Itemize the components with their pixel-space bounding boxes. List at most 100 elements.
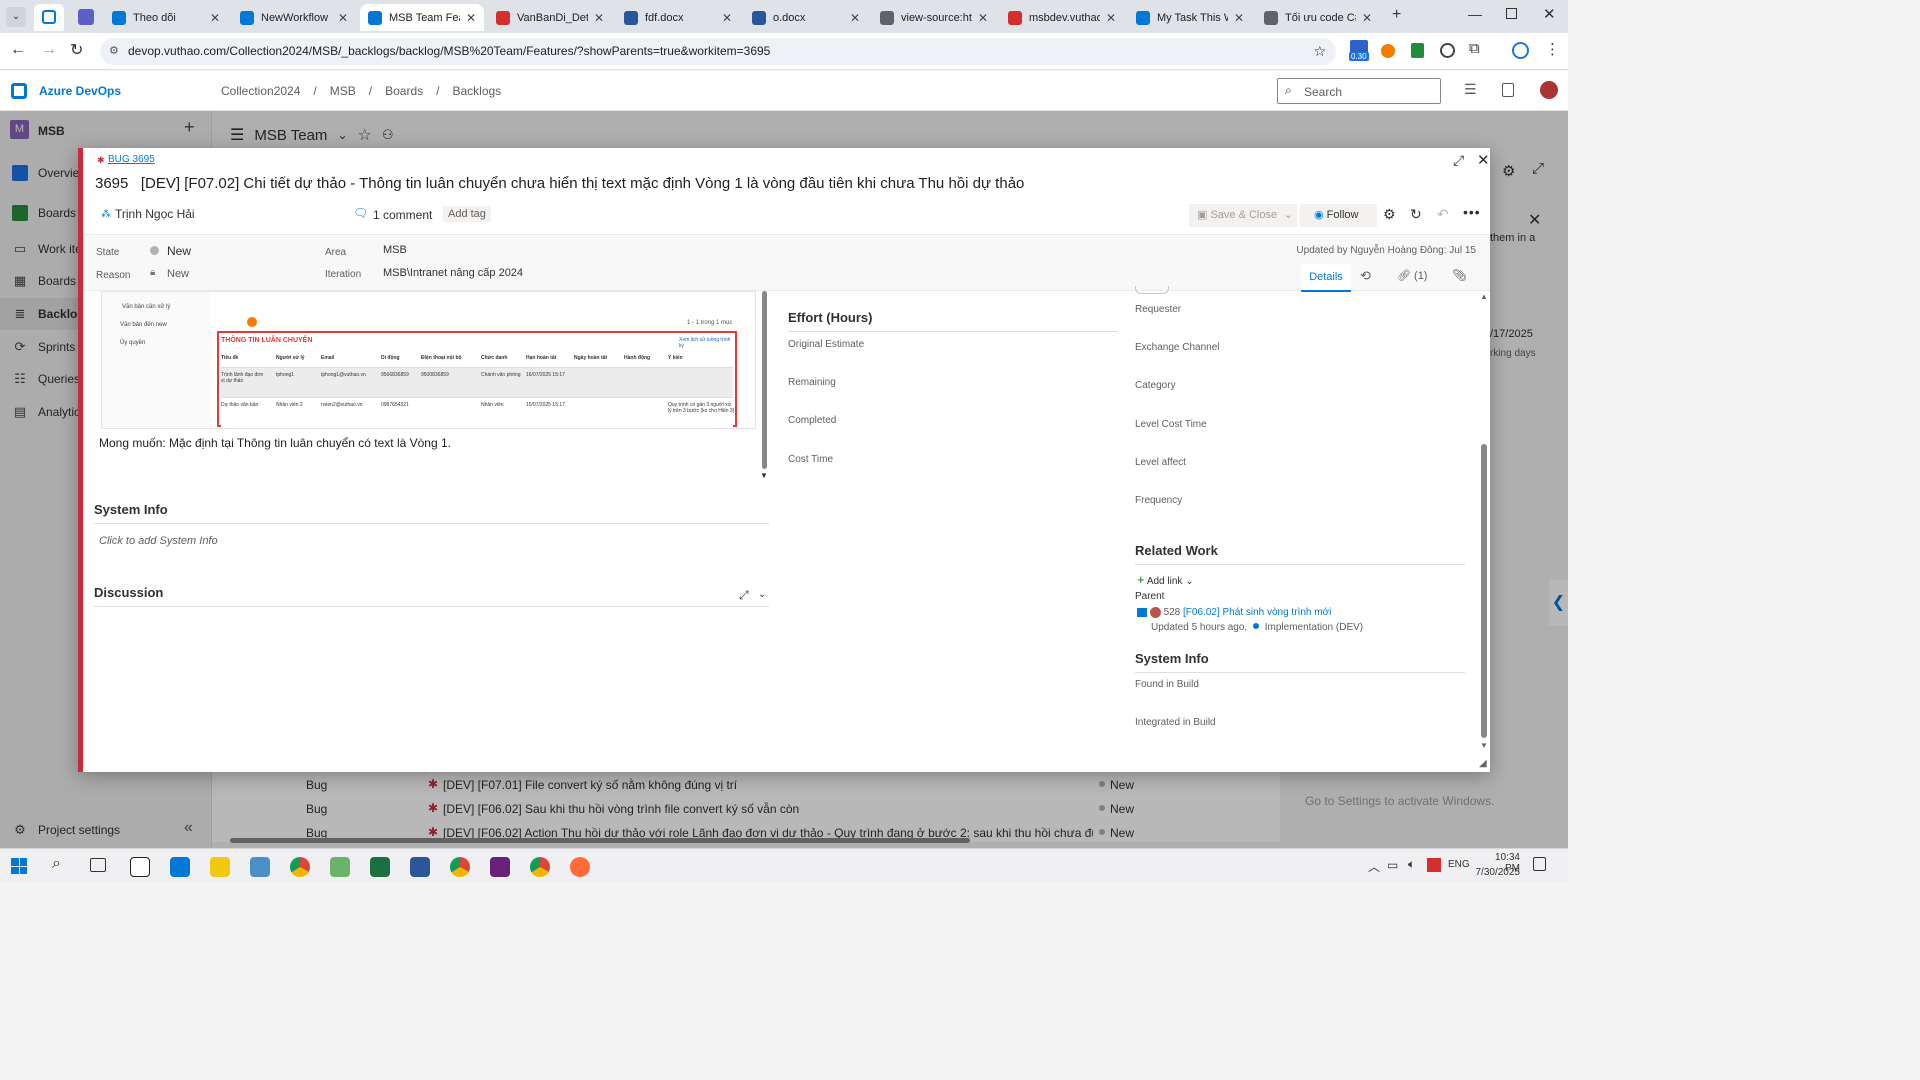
scroll-down-icon[interactable]: ▼: [760, 471, 768, 480]
tab-search-icon[interactable]: ⌄: [6, 7, 26, 27]
assigned-to[interactable]: Trịnh Ngọc Hải: [115, 207, 195, 221]
tray-chevron-icon[interactable]: ︿: [1368, 858, 1380, 875]
close-dialog-icon[interactable]: ✕: [1477, 151, 1490, 169]
expectation-text[interactable]: Mong muốn: Mặc định tại Thông tin luân c…: [99, 436, 451, 450]
back-button[interactable]: ←: [10, 41, 26, 59]
right-scrollbar[interactable]: [1481, 444, 1487, 738]
teams-app-icon[interactable]: [78, 9, 94, 25]
level-cost-time-label[interactable]: Level Cost Time: [1135, 419, 1207, 430]
outlook-icon[interactable]: [170, 857, 190, 877]
integrated-in-build-label[interactable]: Integrated in Build: [1135, 717, 1216, 728]
breadcrumb-backlogs[interactable]: Backlogs: [452, 84, 501, 98]
save-close-button[interactable]: ▣ Save & Close ⌄: [1189, 204, 1297, 227]
address-bar[interactable]: ⚙ devop.vuthao.com/Collection2024/MSB/_b…: [100, 38, 1336, 65]
exchange-channel-label[interactable]: Exchange Channel: [1135, 342, 1220, 353]
task-view-icon[interactable]: [90, 858, 106, 872]
browser-tab[interactable]: NewWorkflow ✕: [232, 4, 356, 31]
word-icon[interactable]: [410, 857, 430, 877]
volume-icon[interactable]: 🔈︎: [1408, 857, 1415, 872]
tab-close-icon[interactable]: ✕: [594, 11, 604, 25]
undo-icon[interactable]: ↶: [1437, 206, 1449, 223]
dropdown-stub[interactable]: [1135, 286, 1169, 294]
tab-close-icon[interactable]: ✕: [210, 11, 220, 25]
resize-grip-icon[interactable]: ◢: [1479, 758, 1487, 769]
refresh-icon[interactable]: ↻: [1410, 206, 1422, 223]
requester-label[interactable]: Requester: [1135, 304, 1181, 315]
scroll-up-icon[interactable]: ▲: [1480, 292, 1488, 301]
restore-button[interactable]: [1506, 8, 1517, 19]
browser-tab[interactable]: VanBanDi_Detail ✕: [488, 4, 612, 31]
original-estimate-label[interactable]: Original Estimate: [788, 339, 864, 350]
tab-links[interactable]: 🔗︎ (1): [1397, 269, 1427, 282]
excel-icon[interactable]: [370, 857, 390, 877]
scroll-down-icon[interactable]: ▼: [1480, 741, 1488, 750]
completed-label[interactable]: Completed: [788, 415, 836, 426]
tab-close-icon[interactable]: ✕: [1362, 11, 1372, 25]
browser-tab[interactable]: msbdev.vuthao ✕: [1000, 4, 1124, 31]
tab-close-icon[interactable]: ✕: [338, 11, 348, 25]
cost-time-label[interactable]: Cost Time: [788, 454, 833, 465]
comments-link[interactable]: 1 comment: [373, 208, 432, 222]
profile-avatar[interactable]: [1512, 42, 1529, 59]
expand-dialog-icon[interactable]: ⤢: [1453, 152, 1464, 169]
antivirus-icon[interactable]: [1427, 858, 1441, 872]
extension-orange-icon[interactable]: [1381, 44, 1395, 58]
parent-link-row[interactable]: 528 [F06.02] Phát sinh vòng trình mới: [1137, 607, 1331, 618]
language-indicator[interactable]: ENG: [1448, 859, 1470, 870]
tab-close-icon[interactable]: ✕: [1234, 11, 1244, 25]
file-explorer-icon[interactable]: [210, 857, 230, 877]
updated-by[interactable]: Updated by Nguyễn Hoàng Đông: Jul 15: [1296, 245, 1476, 256]
search-icon[interactable]: ⌕: [52, 855, 61, 873]
ado-app-icon[interactable]: [34, 4, 64, 31]
new-tab-button[interactable]: +: [1392, 6, 1401, 24]
state-value[interactable]: New: [167, 244, 191, 258]
search-box[interactable]: ⌕ Search: [1277, 78, 1441, 104]
work-item-type-link[interactable]: BUG 3695: [108, 154, 155, 165]
tab-attachments-icon[interactable]: 📎︎: [1452, 268, 1467, 282]
browser-tab[interactable]: view-source:http ✕: [872, 4, 996, 31]
breadcrumb-boards[interactable]: Boards: [385, 84, 423, 98]
visual-studio-icon[interactable]: [490, 857, 510, 877]
description-scrollbar[interactable]: [762, 291, 767, 469]
start-button-icon[interactable]: [11, 858, 27, 874]
add-link-button[interactable]: + Add link ⌄: [1137, 572, 1194, 587]
browser-tab[interactable]: o.docx ✕: [744, 4, 868, 31]
extensions-puzzle-icon[interactable]: ⧉: [1469, 40, 1480, 57]
reload-button[interactable]: ↻: [70, 40, 83, 60]
network-app-icon[interactable]: [250, 857, 270, 877]
area-value[interactable]: MSB: [383, 244, 407, 256]
expand-discussion-icon[interactable]: ⤢: [739, 588, 749, 603]
azure-devops-logo-icon[interactable]: [11, 83, 27, 99]
add-tag-button[interactable]: Add tag: [443, 206, 491, 222]
browser-tab[interactable]: My Task This We ✕: [1128, 4, 1252, 31]
parent-title[interactable]: [F06.02] Phát sinh vòng trình mới: [1183, 607, 1331, 618]
browser-menu-icon[interactable]: ⋮: [1545, 40, 1560, 58]
user-avatar[interactable]: [1540, 81, 1558, 99]
browser-tab[interactable]: Tối ưu code C# ✕: [1256, 4, 1380, 31]
notepad-icon[interactable]: [330, 857, 350, 877]
close-window-button[interactable]: ✕: [1543, 5, 1556, 23]
tab-close-icon[interactable]: ✕: [850, 11, 860, 25]
browser-tab[interactable]: MSB Team Feat ✕: [360, 4, 484, 31]
chrome-icon[interactable]: [290, 857, 310, 877]
system-info-field[interactable]: Click to add System Info: [99, 535, 218, 547]
site-info-icon[interactable]: ⚙: [109, 38, 119, 65]
tab-history-icon[interactable]: ⟲: [1360, 268, 1371, 284]
tab-close-icon[interactable]: ✕: [722, 11, 732, 25]
breadcrumb-collection[interactable]: Collection2024: [221, 84, 300, 98]
network-icon[interactable]: ▭: [1387, 858, 1398, 872]
more-actions-icon[interactable]: •••: [1463, 204, 1481, 220]
browser-tab[interactable]: Theo dõi ✕: [104, 4, 228, 31]
breadcrumb-project[interactable]: MSB: [330, 84, 356, 98]
remaining-label[interactable]: Remaining: [788, 377, 836, 388]
frequency-label[interactable]: Frequency: [1135, 495, 1182, 506]
bookmark-star-icon[interactable]: ☆: [1313, 38, 1326, 65]
postman-icon[interactable]: [570, 857, 590, 877]
tab-close-icon[interactable]: ✕: [466, 11, 476, 25]
tab-close-icon[interactable]: ✕: [1106, 11, 1116, 25]
gear-icon[interactable]: ⚙: [1383, 206, 1396, 223]
clock-date[interactable]: 7/30/2025: [1474, 867, 1521, 878]
found-in-build-label[interactable]: Found in Build: [1135, 679, 1199, 690]
description-image[interactable]: Văn bản cần xử lý Văn bản đến new Ủy quy…: [101, 291, 756, 429]
browser-tab[interactable]: fdf.docx ✕: [616, 4, 740, 31]
